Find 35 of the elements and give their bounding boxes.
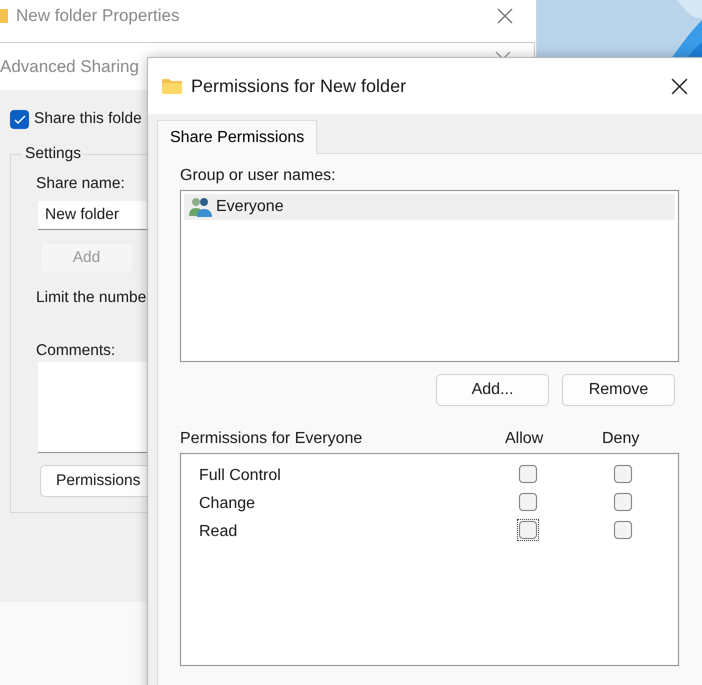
list-item[interactable]: Everyone: [184, 194, 675, 220]
remove-button[interactable]: Remove: [562, 374, 675, 406]
permission-name: Change: [198, 495, 256, 513]
group-label: Settings: [24, 145, 82, 163]
folder-icon: [161, 77, 183, 95]
share-name-field[interactable]: New folder: [38, 201, 147, 230]
allow-checkbox[interactable]: [517, 518, 539, 540]
permissions-button[interactable]: Permissions: [40, 465, 147, 497]
deny-checkbox[interactable]: [614, 492, 632, 510]
add-button[interactable]: Add...: [436, 374, 549, 406]
permission-name: Full Control: [198, 467, 282, 485]
permission-name: Read: [198, 523, 238, 541]
list-label: Group or user names:: [180, 167, 336, 185]
allow-checkbox[interactable]: [517, 490, 539, 512]
tab[interactable]: Share Permissions: [157, 120, 318, 154]
window-title: Advanced Sharing: [0, 56, 140, 76]
window-title: New folder Properties: [16, 6, 180, 26]
field-label: Comments:: [36, 342, 116, 360]
column-header: Deny: [602, 430, 640, 448]
field-label: Share name:: [36, 175, 125, 193]
deny-checkbox[interactable]: [614, 520, 632, 538]
allow-checkbox[interactable]: [517, 462, 539, 484]
checkbox-label: Share this folde: [34, 110, 142, 128]
limit-label: Limit the numbe: [36, 289, 146, 307]
users-icon: [188, 196, 214, 218]
checkbox[interactable]: [10, 110, 29, 129]
user-list[interactable]: Everyone: [180, 190, 679, 362]
folder-icon: [0, 8, 8, 22]
list-label: Permissions for Everyone: [180, 430, 364, 448]
check-icon: [14, 114, 26, 124]
comments-field[interactable]: [38, 362, 147, 453]
window-title: Permissions for New folder: [191, 76, 408, 96]
close-icon[interactable]: [670, 76, 689, 96]
deny-checkbox[interactable]: [614, 464, 632, 482]
column-header: Allow: [505, 430, 544, 448]
